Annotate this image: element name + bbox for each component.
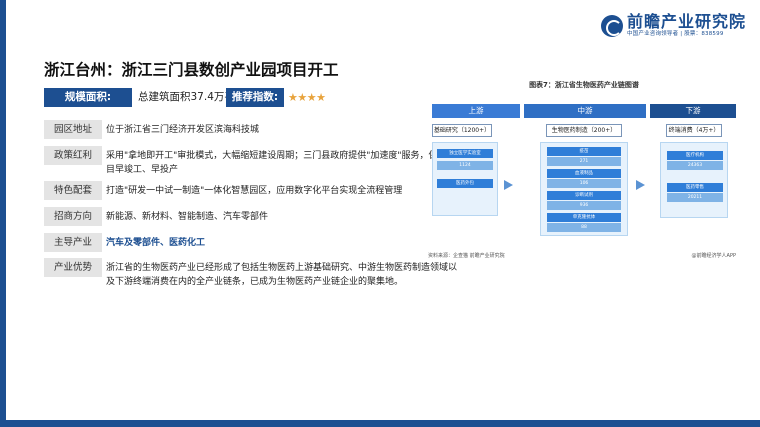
upstream-item-value: 1124 [437, 161, 493, 170]
midstream-item-value: 88 [547, 223, 621, 232]
stage-downstream: 下游 [650, 104, 736, 118]
row-label: 主导产业 [44, 233, 102, 252]
logo-tagline: 中国产业咨询领导者 | 股票：838599 [626, 31, 724, 37]
row-label: 政策红利 [44, 146, 102, 165]
row-label: 特色配套 [44, 181, 102, 200]
upstream-box: 独立医学实验室 1124 医药外包 [432, 142, 498, 216]
row-value: 打造"研发一中试一制造"一体化智慧园区，应用数字化平台实现全流程管理 [106, 186, 403, 196]
scale-label: 规模面积: [44, 88, 132, 107]
scale-row: 规模面积: 总建筑面积37.4万平方米 推荐指数: ★★★★ [44, 88, 334, 107]
midstream-box: 疫苗 271 血液制品 106 诊断试剂 936 单克隆抗体 88 [540, 142, 628, 236]
flow-arrow-icon [504, 180, 513, 190]
midstream-item: 疫苗 [547, 147, 621, 156]
industry-chain-figure: 图表7：浙江省生物医药产业链图谱 上游 中游 下游 基础研究（1200+） 生物… [428, 80, 740, 270]
left-accent-bar [0, 0, 6, 427]
row-value: 新能源、新材料、智能制造、汽车零部件 [106, 212, 269, 222]
row-label: 产业优势 [44, 258, 102, 277]
row-value: 汽车及零部件、医药化工 [106, 238, 206, 248]
downstream-header: 终端消费（4万+） [666, 124, 722, 137]
figure-title: 图表7：浙江省生物医药产业链图谱 [529, 81, 639, 89]
upstream-item: 独立医学实验室 [437, 149, 493, 158]
logo-mark-icon [600, 14, 623, 37]
downstream-box: 医疗机构 24363 医药零售 20211 [660, 142, 728, 218]
midstream-item: 单克隆抗体 [547, 213, 621, 222]
upstream-header: 基础研究（1200+） [432, 124, 492, 137]
downstream-item-value: 20211 [667, 193, 723, 202]
rating-stars-icon: ★★★★ [288, 91, 326, 104]
downstream-item-value: 24363 [667, 161, 723, 170]
logo-name: 前瞻产业研究院 [626, 12, 746, 31]
midstream-item-value: 936 [547, 201, 621, 210]
row-label: 园区地址 [44, 120, 102, 139]
stage-upstream: 上游 [432, 104, 520, 118]
midstream-item: 血液制品 [547, 169, 621, 178]
figure-source: 资料来源：企查猫 前瞻产业研究院 [428, 253, 505, 259]
downstream-item: 医药零售 [667, 183, 723, 192]
brand-logo: 前瞻产业研究院 中国产业咨询领导者 | 股票：838599 [600, 12, 746, 38]
midstream-item: 诊断试剂 [547, 191, 621, 200]
rating-label: 推荐指数: [226, 88, 284, 107]
row-label: 招商方向 [44, 207, 102, 226]
row-value: 浙江省的生物医药产业已经形成了包括生物医药上游基础研究、中游生物医药制造领域以及… [106, 263, 458, 287]
row-value: 位于浙江省三门经济开发区滨海科技城 [106, 125, 260, 135]
row-value: 采用"拿地即开工"审批模式，大幅缩短建设周期；三门县政府提供"加速度"服务，保障… [106, 151, 456, 175]
midstream-item-value: 271 [547, 157, 621, 166]
stage-midstream: 中游 [524, 104, 646, 118]
midstream-header: 生物医药制造（200+） [546, 124, 622, 137]
downstream-item: 医疗机构 [667, 151, 723, 160]
midstream-item-value: 106 [547, 179, 621, 188]
upstream-item: 医药外包 [437, 179, 493, 188]
page-title: 浙江台州：浙江三门县数创产业园项目开工 [44, 61, 339, 79]
figure-brand: @前瞻经济学人APP [691, 253, 736, 259]
bottom-accent-bar [0, 420, 760, 427]
flow-arrow-icon [636, 180, 645, 190]
